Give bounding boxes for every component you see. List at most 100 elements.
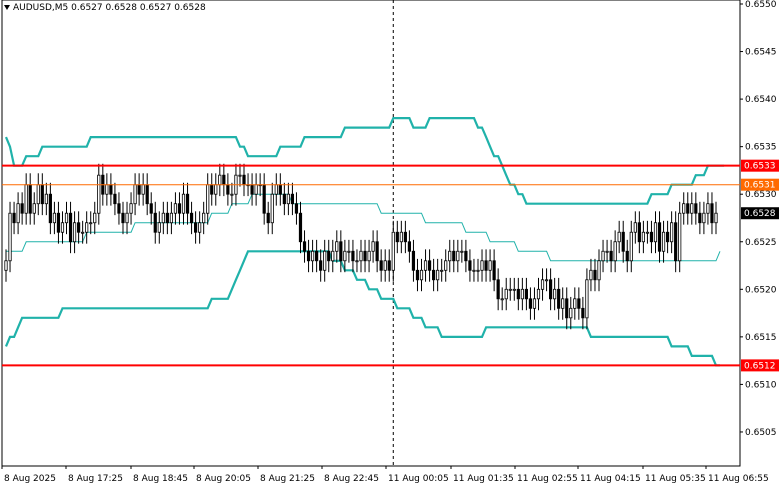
x-axis-tick-label: 8 Aug 22:45 xyxy=(324,474,379,484)
candle-body xyxy=(605,250,609,253)
candle-body xyxy=(189,212,194,224)
y-axis-tick-label: 0.6535 xyxy=(745,143,777,153)
candle-body xyxy=(601,250,605,262)
candle-body xyxy=(72,222,77,243)
candle-body xyxy=(270,193,274,224)
candle-body xyxy=(286,193,290,205)
candle-body xyxy=(649,231,654,243)
candle-body xyxy=(64,212,69,224)
price-level-label: 0.6512 xyxy=(744,361,776,371)
candle-body xyxy=(569,307,573,319)
candle-body xyxy=(141,184,145,195)
candle-body xyxy=(48,193,52,224)
x-axis-tick-label: 11 Aug 06:55 xyxy=(708,474,769,484)
candle-body xyxy=(125,212,129,224)
candle-body xyxy=(109,184,113,195)
price-chart[interactable]: 0.6550 0.6545 0.6540 0.6535 0.6530 0.6525 0.65… xyxy=(0,0,781,489)
y-axis-tick-label: 0.6520 xyxy=(745,285,777,295)
candle-body xyxy=(4,260,8,271)
candle-body xyxy=(714,212,718,224)
candle-body xyxy=(40,184,44,205)
candle-body xyxy=(359,250,363,262)
candle-body xyxy=(105,184,109,195)
candle-body xyxy=(456,250,460,262)
candle-body xyxy=(444,260,448,271)
candle-body xyxy=(254,184,258,195)
candle-body xyxy=(694,203,698,214)
candle-body xyxy=(278,184,282,195)
candle-body xyxy=(645,231,650,234)
candle-body xyxy=(674,222,678,262)
candle-body xyxy=(371,241,375,252)
candle-body xyxy=(302,241,307,252)
candle-body xyxy=(419,269,424,281)
candle-body xyxy=(508,288,512,291)
bollinger-lower-band xyxy=(4,250,720,367)
y-axis-tick-label: 0.6530 xyxy=(745,190,777,200)
candle-body xyxy=(536,288,541,300)
y-axis-tick-label: 0.6540 xyxy=(745,95,777,105)
candle-body xyxy=(133,184,137,205)
candle-body xyxy=(113,193,117,205)
candle-body xyxy=(44,193,48,205)
candle-body xyxy=(153,212,157,233)
candle-body xyxy=(242,174,246,186)
candle-body xyxy=(351,250,355,262)
candle-body xyxy=(617,231,621,243)
candle-body xyxy=(670,222,674,243)
candle-body xyxy=(16,203,20,224)
candle-body xyxy=(549,279,553,300)
candle-body xyxy=(194,222,198,233)
candle-body xyxy=(633,222,637,233)
candle-body xyxy=(544,279,549,282)
chart-canvas[interactable]: 0.6550 0.6545 0.6540 0.6535 0.6530 0.6525 0.65… xyxy=(0,0,781,489)
x-axis-tick-label: 11 Aug 02:55 xyxy=(517,474,578,484)
candle-body xyxy=(117,203,121,214)
candle-body xyxy=(597,260,601,281)
price-level-label: 0.6533 xyxy=(744,162,776,172)
candle-body xyxy=(657,222,662,252)
candle-body xyxy=(177,203,182,214)
candle-body xyxy=(399,231,403,243)
candle-body xyxy=(149,203,153,214)
candle-body xyxy=(89,222,93,225)
candle-body xyxy=(427,260,432,271)
candle-body xyxy=(331,250,335,262)
candle-body xyxy=(335,241,339,252)
candle-body xyxy=(613,241,617,262)
symbol-label: AUDUSD,M5 xyxy=(13,3,69,13)
candle-body xyxy=(395,231,399,243)
candle-body xyxy=(198,222,202,233)
candle-body xyxy=(472,269,476,272)
candle-body xyxy=(440,269,444,272)
candle-body xyxy=(339,241,343,262)
candle-body xyxy=(181,193,186,214)
candle-body xyxy=(32,203,36,214)
candle-body xyxy=(121,212,125,224)
candle-body xyxy=(436,269,440,281)
candle-body xyxy=(557,288,561,309)
candle-body xyxy=(464,250,468,262)
candle-body xyxy=(12,212,16,224)
candle-body xyxy=(637,222,641,243)
y-axis-tick-label: 0.6505 xyxy=(745,428,777,438)
candle-body xyxy=(230,193,234,196)
candle-body xyxy=(516,288,520,300)
x-axis-tick-label: 11 Aug 00:05 xyxy=(388,474,449,484)
candle-body xyxy=(686,203,690,214)
candle-body xyxy=(391,231,395,271)
candle-body xyxy=(81,231,85,234)
candle-body xyxy=(585,279,589,319)
candle-body xyxy=(524,288,528,300)
triangle-down-icon[interactable] xyxy=(4,5,10,10)
candle-body xyxy=(85,222,89,233)
candle-body xyxy=(528,298,533,309)
candle-body xyxy=(218,174,222,186)
candle-body xyxy=(173,203,178,214)
candle-body xyxy=(97,174,101,214)
y-axis-tick-label: 0.6545 xyxy=(745,48,777,58)
candle-body xyxy=(226,184,230,195)
candle-body xyxy=(274,184,278,195)
candle-body xyxy=(169,212,173,224)
candle-body xyxy=(532,298,537,309)
